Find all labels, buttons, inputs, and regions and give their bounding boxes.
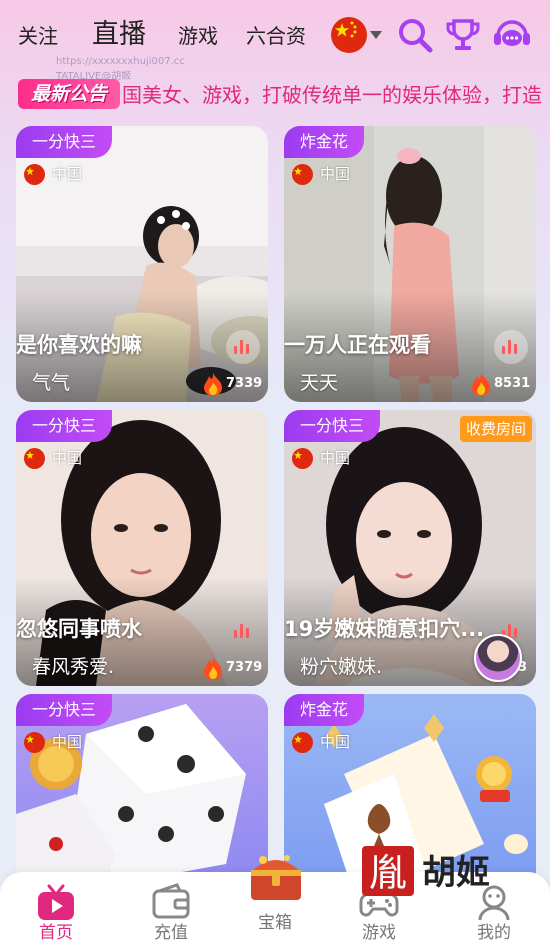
game-badge: 一分快三 xyxy=(284,410,381,442)
country-selector[interactable] xyxy=(331,17,382,53)
fire-icon xyxy=(472,373,490,396)
game-badge: 炸金花 xyxy=(284,694,365,726)
tab-label: 首页 xyxy=(39,923,73,943)
game-badge: 炸金花 xyxy=(284,126,365,158)
tab-label: 我的 xyxy=(477,923,511,943)
viewer-count: 7339 xyxy=(202,372,263,396)
country-name: 中国 xyxy=(52,449,83,467)
live-room-card[interactable]: 炸金花 中国 一万人正在观看 天天 8531 xyxy=(284,126,536,402)
country-name: 中国 xyxy=(52,733,83,751)
viewer-count-value: 7379 xyxy=(226,660,263,675)
game-badge: 一分快三 xyxy=(16,126,113,158)
search-icon[interactable] xyxy=(396,16,434,54)
china-flag-icon xyxy=(331,17,367,53)
announcement-bar[interactable]: 最新公告 国美女、游戏，打破传统单一的娱乐体验，打造 xyxy=(0,76,550,112)
home-live-icon xyxy=(38,884,74,920)
brand-name-text: 胡姬 xyxy=(422,853,490,893)
tab-label: 游戏 xyxy=(362,923,396,943)
china-flag-icon xyxy=(24,448,45,469)
floating-host-avatar[interactable] xyxy=(474,634,522,682)
room-title: 是你喜欢的嘛 xyxy=(16,333,142,357)
china-flag-icon xyxy=(292,448,313,469)
fire-icon xyxy=(204,657,222,680)
tab-label: 充值 xyxy=(154,923,188,943)
tab-lottery-info[interactable]: 六合资 xyxy=(246,22,306,50)
brand-seal-text: 胤 xyxy=(369,851,407,895)
trophy-icon[interactable] xyxy=(444,16,482,54)
live-audio-bars-icon xyxy=(234,622,252,638)
fire-icon xyxy=(204,373,222,396)
game-badge: 一分快三 xyxy=(16,694,113,726)
china-flag-icon xyxy=(292,164,313,185)
wallet-icon xyxy=(152,883,190,919)
host-name: 天天 xyxy=(300,372,339,394)
tab-recharge[interactable]: 充值 xyxy=(131,872,211,948)
country-name: 中国 xyxy=(52,165,83,183)
treasure-chest-icon[interactable] xyxy=(243,846,309,906)
game-badge: 一分快三 xyxy=(16,410,113,442)
tab-live[interactable]: 直播 xyxy=(92,18,146,52)
country-name: 中国 xyxy=(320,733,351,751)
room-title: 忽悠同事喷水 xyxy=(16,617,142,641)
china-flag-icon xyxy=(24,732,45,753)
host-name: 粉穴嫩妹. xyxy=(300,656,383,678)
china-flag-icon xyxy=(24,164,45,185)
live-audio-bars-icon xyxy=(502,338,520,354)
tab-label: 宝箱 xyxy=(258,913,292,933)
watermark-url: https://xxxxxxxhuji007.cc xyxy=(56,56,185,67)
live-room-card[interactable]: 一分快三 中国 是你喜欢的嘛 气气 7339 xyxy=(16,126,268,402)
viewer-count: 8531 xyxy=(470,372,531,396)
live-audio-bars-icon xyxy=(234,338,252,354)
tab-home[interactable]: 首页 xyxy=(16,872,96,948)
paid-room-badge: 收费房间 xyxy=(459,416,532,442)
brand-logo-icon: 胤 胡姬 xyxy=(362,846,490,896)
chevron-down-icon xyxy=(370,31,382,39)
country-name: 中国 xyxy=(320,165,351,183)
room-title: 一万人正在观看 xyxy=(284,333,431,357)
viewer-count-value: 7339 xyxy=(226,376,263,391)
announcement-marquee: 国美女、游戏，打破传统单一的娱乐体验，打造 xyxy=(122,83,542,107)
announcement-badge: 最新公告 xyxy=(18,79,120,109)
tab-games[interactable]: 游戏 xyxy=(178,22,218,50)
host-name: 气气 xyxy=(32,372,71,394)
viewer-count: 7379 xyxy=(202,656,263,680)
tab-follow[interactable]: 关注 xyxy=(18,22,58,50)
customer-service-icon[interactable] xyxy=(492,16,530,54)
host-name: 春风秀爱. xyxy=(32,656,115,678)
viewer-count-value: 8531 xyxy=(494,376,531,391)
country-name: 中国 xyxy=(320,449,351,467)
room-title: 19岁嫩妹随意扣穴... xyxy=(284,617,485,641)
live-room-card[interactable]: 一分快三 中国 忽悠同事喷水 春风秀爱. 7379 xyxy=(16,410,268,686)
china-flag-icon xyxy=(292,732,313,753)
